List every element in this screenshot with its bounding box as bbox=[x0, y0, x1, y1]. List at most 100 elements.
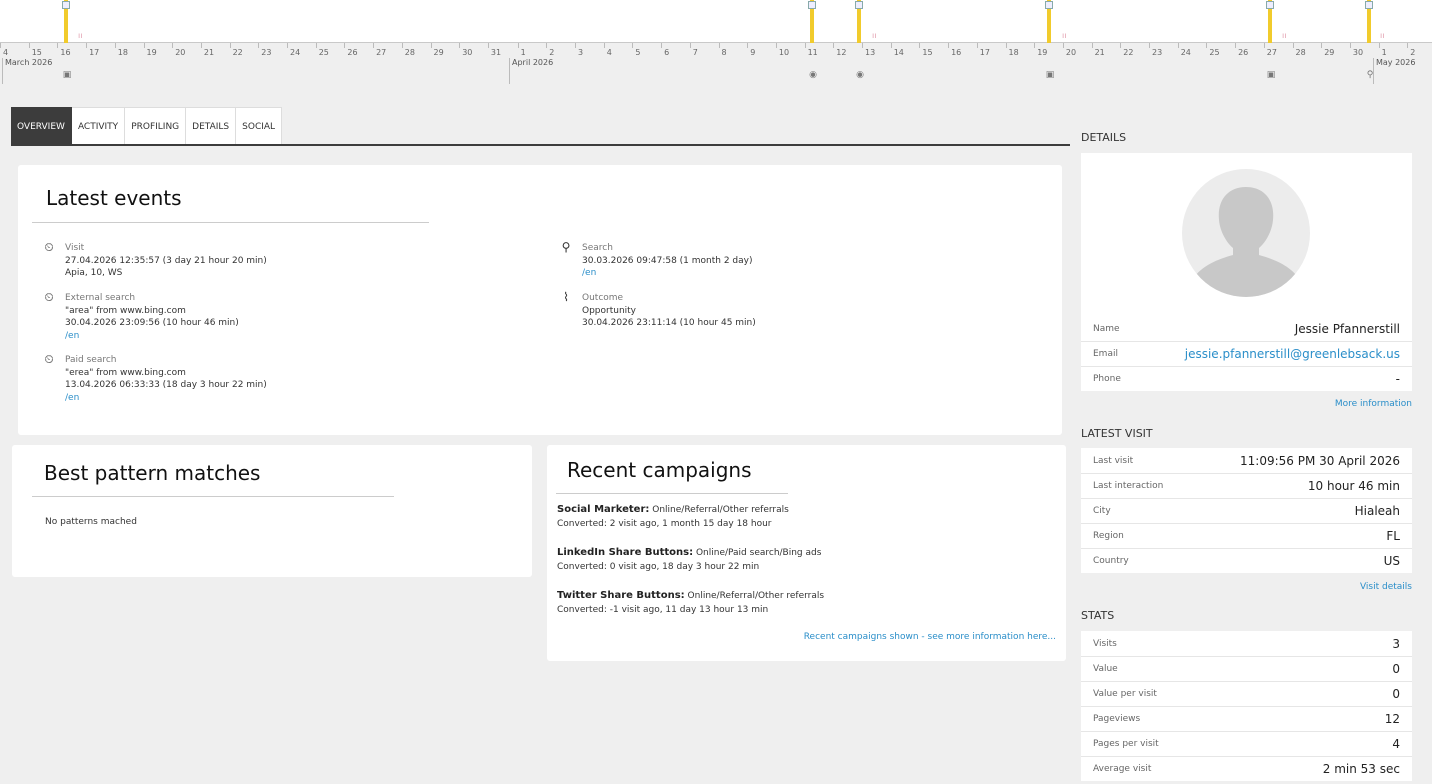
avatar bbox=[1182, 169, 1310, 297]
row-key: Visits bbox=[1093, 638, 1117, 649]
calendar-clock-icon: ⏲ bbox=[44, 240, 54, 254]
timeline-tick bbox=[890, 43, 892, 48]
timeline-day-label: 26 bbox=[347, 48, 358, 57]
visit-timeline[interactable]: 4 15 16 17 18 19 20 21 22 23 24 25 26 27 28 29 30 31 1 2 3 4 5… bbox=[0, 0, 1432, 86]
timeline-day-label: 22 bbox=[1123, 48, 1134, 57]
latest-visit-section-title: LATEST VISIT bbox=[1081, 427, 1153, 440]
calendar-clock-icon: ⏲ bbox=[44, 290, 54, 304]
pattern-matches-title: Best pattern matches bbox=[44, 461, 261, 485]
more-information-link[interactable]: More information bbox=[1335, 399, 1412, 409]
timeline-tick bbox=[459, 43, 461, 48]
timeline-tick bbox=[546, 43, 548, 48]
calendar-icon[interactable]: ▣ bbox=[62, 70, 72, 80]
timeline-day-label: 18 bbox=[117, 48, 128, 57]
timeline-tick bbox=[575, 43, 576, 48]
timeline-tick bbox=[1062, 43, 1064, 48]
timeline-day-label: 7 bbox=[692, 48, 698, 57]
row-key: Region bbox=[1093, 531, 1124, 541]
recent-campaigns-card: Recent campaigns Social Marketer: Online… bbox=[547, 445, 1066, 661]
row-value: 3 bbox=[1392, 636, 1400, 651]
pattern-matches-card: Best pattern matches No patterns mached bbox=[12, 445, 532, 577]
row-key: Average visit bbox=[1093, 764, 1152, 774]
timeline-tick bbox=[315, 43, 317, 48]
event-item: ⏲ Visit 27.04.2026 12:35:57 (3 day 21 ho… bbox=[44, 241, 267, 280]
latest-visit-row: Country US bbox=[1081, 548, 1412, 573]
search-icon: ⚲ bbox=[561, 240, 571, 254]
visit-details-link[interactable]: Visit details bbox=[1360, 582, 1412, 592]
timeline-tick bbox=[1292, 43, 1294, 48]
detail-key: Phone bbox=[1093, 374, 1121, 384]
timeline-tick bbox=[401, 43, 403, 48]
event-page-link[interactable]: /en bbox=[65, 392, 267, 405]
tab-profiling[interactable]: PROFILING bbox=[125, 107, 187, 145]
timeline-tick bbox=[344, 43, 346, 48]
tabs-underline bbox=[11, 144, 1070, 146]
timeline-day-label: 30 bbox=[462, 48, 473, 57]
timeline-tick bbox=[373, 43, 375, 48]
divider bbox=[556, 493, 788, 494]
calendar-icon[interactable]: ▣ bbox=[1266, 70, 1276, 80]
tab-overview[interactable]: OVERVIEW bbox=[11, 107, 72, 145]
row-value: 12 bbox=[1384, 712, 1400, 726]
divider bbox=[32, 496, 394, 497]
stats-row: Value per visit 0 bbox=[1081, 681, 1412, 706]
event-line: 30.03.2026 09:47:58 (1 month 2 day) bbox=[582, 255, 753, 266]
timeline-day-label: 10 bbox=[778, 48, 790, 57]
detail-row-name: Name Jessie Pfannerstill bbox=[1081, 316, 1412, 341]
event-line: 13.04.2026 06:33:33 (18 day 3 hour 22 mi… bbox=[65, 380, 267, 390]
row-value: 4 bbox=[1392, 737, 1400, 751]
timeline-tick bbox=[172, 43, 174, 48]
recent-campaigns-title: Recent campaigns bbox=[567, 458, 752, 482]
timeline-day-label: 22 bbox=[232, 48, 243, 57]
event-line: 27.04.2026 12:35:57 (3 day 21 hour 20 mi… bbox=[65, 255, 267, 266]
row-value: FL bbox=[1386, 529, 1400, 543]
event-page-link[interactable]: /en bbox=[65, 330, 239, 343]
event-label: Visit bbox=[65, 243, 85, 253]
tab-activity[interactable]: ACTIVITY bbox=[71, 107, 126, 145]
footsteps-icon: ıı bbox=[1282, 31, 1287, 40]
timeline-day-label: 20 bbox=[1065, 48, 1077, 57]
timeline-tick bbox=[258, 43, 260, 48]
timeline-tick bbox=[747, 43, 749, 48]
event-label: Paid search bbox=[65, 355, 117, 365]
timeline-day-label: 17 bbox=[89, 48, 100, 57]
profile-picture-box bbox=[1081, 153, 1412, 316]
stats-row: Pageviews 12 bbox=[1081, 706, 1412, 731]
row-value: Hialeah bbox=[1354, 504, 1400, 518]
row-value: 0 bbox=[1392, 662, 1400, 676]
timeline-tick bbox=[976, 43, 978, 48]
timeline-tick bbox=[1206, 43, 1208, 48]
footsteps-icon: ıı bbox=[1380, 31, 1385, 40]
campaigns-more-link[interactable]: Recent campaigns shown - see more inform… bbox=[804, 632, 1056, 642]
stats-row: Visits 3 bbox=[1081, 631, 1412, 656]
campaign-name: Social Marketer: bbox=[557, 504, 650, 515]
row-value: 10 hour 46 min bbox=[1307, 479, 1400, 493]
search-magnifier-icon[interactable]: ⚲ bbox=[1365, 70, 1375, 80]
timeline-day-label: 4 bbox=[606, 48, 612, 57]
timeline-tick bbox=[114, 43, 116, 48]
timeline-day-label: 16 bbox=[951, 48, 962, 57]
timeline-page-icon bbox=[62, 1, 70, 9]
timeline-track[interactable] bbox=[0, 0, 1432, 43]
timeline-tick bbox=[517, 43, 519, 48]
event-page-link[interactable]: /en bbox=[582, 267, 753, 280]
latest-events-title: Latest events bbox=[46, 186, 182, 210]
stats-section-title: STATS bbox=[1081, 609, 1115, 622]
timeline-day-label: 2 bbox=[549, 48, 555, 57]
globe-icon[interactable]: ◉ bbox=[855, 70, 865, 80]
email-link[interactable]: jessie.pfannerstill@greenlebsack.us bbox=[1185, 347, 1400, 361]
timeline-day-label: 3 bbox=[578, 48, 584, 57]
event-line: Opportunity bbox=[582, 305, 637, 316]
timeline-day-label: 24 bbox=[290, 48, 301, 57]
event-line: Apia, 10, WS bbox=[65, 268, 123, 278]
timeline-tick bbox=[603, 43, 605, 48]
globe-icon[interactable]: ◉ bbox=[808, 70, 818, 80]
timeline-tick bbox=[229, 43, 231, 48]
timeline-day-label: 15 bbox=[922, 48, 933, 57]
tab-details[interactable]: DETAILS bbox=[186, 107, 237, 145]
row-value: 2 min 53 sec bbox=[1322, 762, 1400, 776]
tab-social[interactable]: SOCIAL bbox=[236, 107, 283, 145]
calendar-icon[interactable]: ▣ bbox=[1045, 70, 1055, 80]
timeline-tick bbox=[1349, 43, 1351, 48]
timeline-day-label: 18 bbox=[1008, 48, 1019, 57]
